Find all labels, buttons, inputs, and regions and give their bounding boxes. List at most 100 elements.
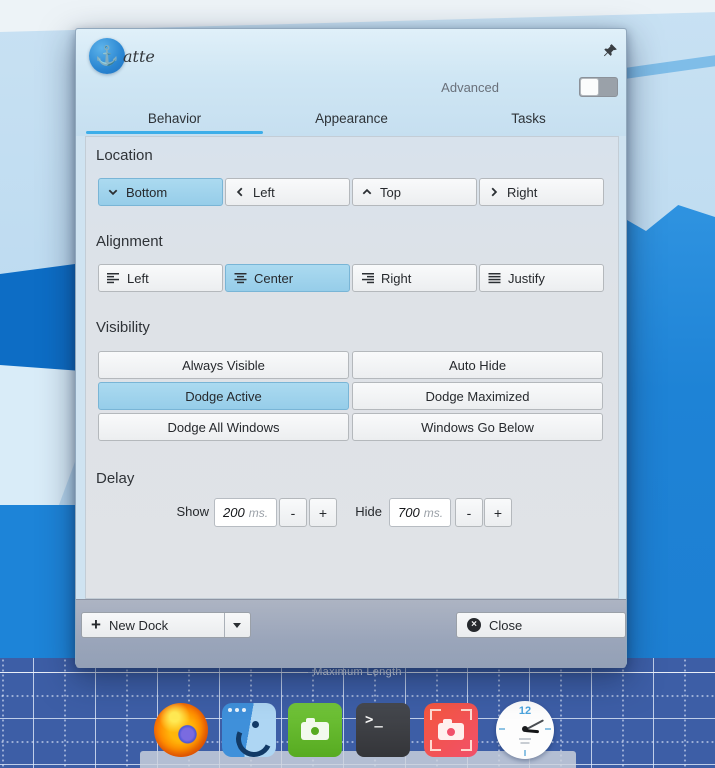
- visibility-dodge-maximized-button[interactable]: Dodge Maximized: [352, 382, 603, 410]
- show-delay-decrease-button[interactable]: -: [279, 498, 307, 527]
- button-label: Dodge Active: [185, 388, 262, 404]
- button-label: Left: [253, 184, 275, 200]
- terminal-icon[interactable]: >_: [356, 703, 410, 757]
- chevron-right-icon: [488, 186, 500, 198]
- anchor-icon: ⚓: [95, 45, 119, 67]
- visibility-dodge-all-windows-button[interactable]: Dodge All Windows: [98, 413, 349, 441]
- tab-label: Behavior: [147, 111, 202, 126]
- location-left-button[interactable]: Left: [225, 178, 350, 206]
- clock-tick: [499, 728, 505, 730]
- alignment-right-button[interactable]: Right: [352, 264, 477, 292]
- alignment-title: Alignment: [96, 233, 163, 250]
- location-bottom-button[interactable]: Bottom: [98, 178, 223, 206]
- dialog-header: ⚓ atte Advanced Behavior Appearance Tasks: [76, 29, 626, 136]
- clock-twelve-label: 12: [518, 705, 532, 717]
- tab-label: Appearance: [315, 111, 388, 126]
- tab-label: Tasks: [511, 111, 546, 126]
- button-label: Dodge All Windows: [167, 419, 280, 435]
- toggle-knob: [580, 78, 599, 96]
- new-dock-split-button: + New Dock: [81, 612, 251, 638]
- align-right-icon: [361, 272, 374, 284]
- hide-delay-decrease-button[interactable]: -: [455, 498, 483, 527]
- chevron-down-icon: [107, 186, 119, 198]
- button-label: Auto Hide: [448, 357, 507, 373]
- align-center-icon: [234, 272, 247, 284]
- location-title: Location: [96, 147, 153, 164]
- clock-tick: [524, 750, 526, 756]
- bracket-corner: [461, 740, 472, 751]
- hide-delay-input[interactable]: 700 ms.: [389, 498, 451, 527]
- show-delay-label: Show: [176, 504, 209, 519]
- chevron-up-icon: [361, 186, 373, 198]
- bracket-corner: [461, 709, 472, 720]
- visibility-always-visible-button[interactable]: Always Visible: [98, 351, 349, 379]
- hide-delay-unit: ms.: [423, 505, 444, 520]
- chevron-left-icon: [234, 186, 246, 198]
- visibility-dodge-active-button[interactable]: Dodge Active: [98, 382, 349, 410]
- alignment-left-button[interactable]: Left: [98, 264, 223, 292]
- tab-appearance[interactable]: Appearance: [263, 103, 440, 134]
- delay-title: Delay: [96, 470, 135, 487]
- close-button[interactable]: × Close: [456, 612, 626, 638]
- button-label: Justify: [508, 270, 545, 286]
- clock-tick: [545, 728, 551, 730]
- app-title: atte: [123, 47, 155, 66]
- dialog-footer: + New Dock × Close: [76, 599, 626, 668]
- latte-settings-dialog: ⚓ atte Advanced Behavior Appearance Tasks …: [75, 28, 627, 668]
- close-label: Close: [489, 617, 523, 633]
- bracket-corner: [430, 740, 441, 751]
- new-dock-label: New Dock: [108, 617, 169, 633]
- visibility-auto-hide-button[interactable]: Auto Hide: [352, 351, 603, 379]
- face-smile: [230, 715, 276, 757]
- pin-button[interactable]: [603, 43, 618, 58]
- maximum-length-rule: [0, 671, 309, 673]
- camera-lens: [309, 725, 321, 737]
- align-left-icon: [107, 272, 120, 284]
- bracket-corner: [430, 709, 441, 720]
- visibility-button-grid: Always Visible Auto Hide Dodge Active Dodge…: [98, 351, 603, 441]
- hide-delay-value: 700: [398, 505, 420, 520]
- location-right-button[interactable]: Right: [479, 178, 604, 206]
- button-label: Center: [254, 270, 294, 286]
- clock-small-text: [520, 742, 530, 744]
- behavior-panel: Location Bottom Left Top Right Alignment Le…: [85, 136, 619, 599]
- file-manager-icon[interactable]: [222, 703, 276, 757]
- alignment-justify-button[interactable]: Justify: [479, 264, 604, 292]
- camera-glyph: [301, 722, 329, 740]
- show-delay-input[interactable]: 200 ms.: [214, 498, 277, 527]
- visibility-windows-go-below-button[interactable]: Windows Go Below: [352, 413, 603, 441]
- clock-center: [522, 726, 528, 732]
- window-dots: [228, 708, 246, 712]
- maximum-length-rule: [406, 671, 715, 673]
- camera-lens: [445, 726, 457, 738]
- button-label: Windows Go Below: [421, 419, 534, 435]
- tab-tasks[interactable]: Tasks: [440, 103, 617, 134]
- button-label: Right: [507, 184, 538, 200]
- advanced-toggle[interactable]: [579, 77, 618, 97]
- delay-row: Show 200 ms. - + Hide 700 ms. - +: [86, 498, 618, 527]
- tab-bar: Behavior Appearance Tasks: [86, 103, 617, 134]
- alignment-center-button[interactable]: Center: [225, 264, 350, 292]
- tab-behavior[interactable]: Behavior: [86, 103, 263, 134]
- latte-logo: ⚓: [89, 38, 125, 74]
- new-dock-dropdown-button[interactable]: [223, 613, 250, 637]
- visibility-title: Visibility: [96, 319, 150, 336]
- camera-app-icon[interactable]: [288, 703, 342, 757]
- plus-icon: +: [91, 614, 101, 634]
- advanced-label: Advanced: [441, 80, 499, 95]
- terminal-prompt-glyph: >_: [365, 712, 384, 728]
- new-dock-button[interactable]: + New Dock: [82, 613, 224, 637]
- show-delay-unit: ms.: [248, 505, 269, 520]
- camera-glyph: [438, 723, 464, 740]
- clock-widget-icon[interactable]: 12: [496, 701, 554, 759]
- button-label: Bottom: [126, 184, 168, 200]
- button-label: Left: [127, 270, 149, 286]
- firefox-icon[interactable]: [154, 703, 208, 757]
- button-label: Top: [380, 184, 401, 200]
- hide-delay-label: Hide: [355, 504, 382, 519]
- hide-delay-increase-button[interactable]: +: [484, 498, 512, 527]
- location-top-button[interactable]: Top: [352, 178, 477, 206]
- button-label: Dodge Maximized: [425, 388, 530, 404]
- screenshot-app-icon[interactable]: [424, 703, 478, 757]
- button-label: Always Visible: [182, 357, 265, 373]
